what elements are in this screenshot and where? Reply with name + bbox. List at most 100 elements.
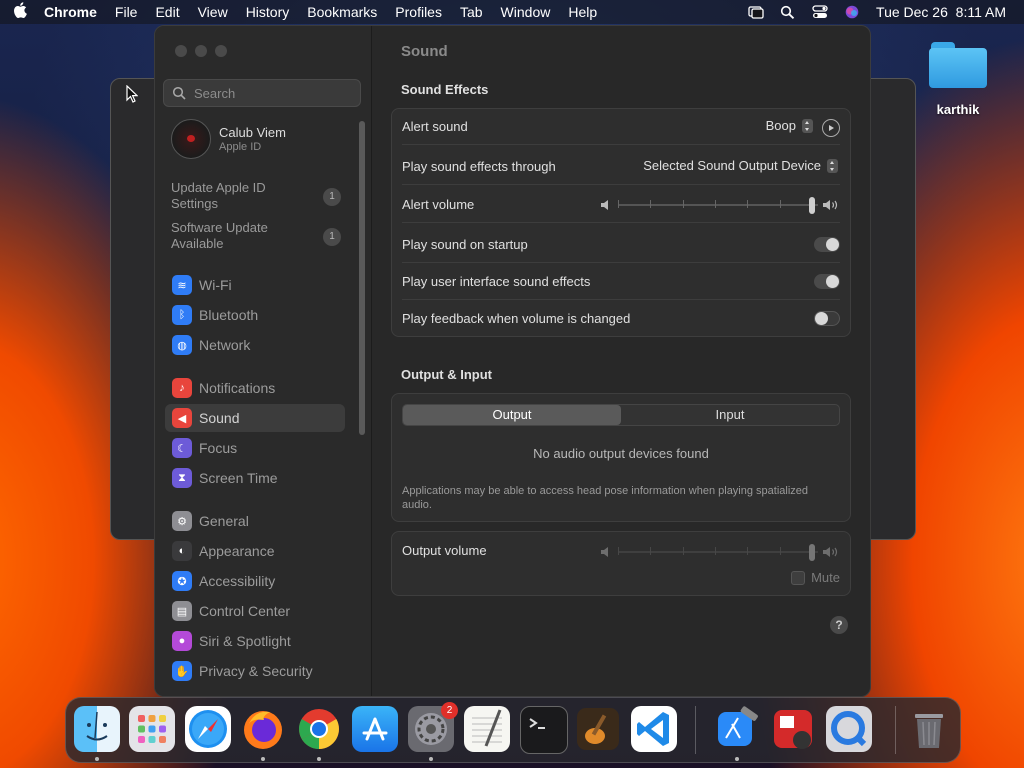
sidebar-item-label: Bluetooth <box>199 307 259 323</box>
play-alert-button[interactable] <box>822 119 840 137</box>
volume-high-icon <box>823 547 838 557</box>
system-settings-badge: 2 <box>441 702 458 719</box>
menu-file[interactable]: File <box>106 4 147 20</box>
sidebar-item-siri-spotlight[interactable]: ● Siri & Spotlight <box>165 627 345 655</box>
menu-bookmarks[interactable]: Bookmarks <box>298 4 386 20</box>
minimize-window-button[interactable] <box>195 45 207 57</box>
siri-icon[interactable] <box>844 5 860 19</box>
sidebar-item-bluetooth[interactable]: ᛒ Bluetooth <box>165 301 345 329</box>
ui-sound-effects-toggle[interactable] <box>814 274 840 289</box>
menu-tab[interactable]: Tab <box>451 4 492 20</box>
dock-trash-icon[interactable] <box>906 706 952 752</box>
sidebar-item-label: Appearance <box>199 543 275 559</box>
no-devices-message: No audio output devices found <box>533 446 709 461</box>
screen-mirroring-icon[interactable] <box>748 5 764 19</box>
spotlight-search-icon[interactable] <box>780 5 796 19</box>
zoom-window-button[interactable] <box>215 45 227 57</box>
update-apple-id-label: Update Apple ID Settings <box>171 180 266 211</box>
dock-garageband-icon[interactable] <box>575 706 621 752</box>
menu-view[interactable]: View <box>189 4 237 20</box>
sidebar-item-label: Privacy & Security <box>199 663 313 679</box>
menubar-clock[interactable]: Tue Dec 26 8:11 AM <box>876 4 1006 20</box>
menu-profiles[interactable]: Profiles <box>386 4 451 20</box>
mute-checkbox[interactable]: Mute <box>791 570 840 585</box>
close-window-button[interactable] <box>175 45 187 57</box>
dock-safari-icon[interactable] <box>185 706 231 752</box>
output-volume-label: Output volume <box>402 543 487 558</box>
sidebar-item-network[interactable]: ◍ Network <box>165 331 345 359</box>
menu-edit[interactable]: Edit <box>146 4 188 20</box>
mute-label: Mute <box>811 570 840 585</box>
menu-window[interactable]: Window <box>492 4 560 20</box>
sidebar-item-label: General <box>199 513 249 529</box>
window-controls <box>175 45 227 57</box>
dock-chrome-icon[interactable] <box>296 706 342 752</box>
alert-sound-popup[interactable]: Boop <box>766 118 813 133</box>
tab-output[interactable]: Output <box>403 405 621 425</box>
output-volume-group: Output volume Mute <box>391 531 851 596</box>
output-volume-row: Output volume <box>392 532 850 568</box>
sidebar-item-notifications[interactable]: ♪ Notifications <box>165 374 345 402</box>
globe-icon: ◍ <box>172 335 192 355</box>
sound-pane: Sound Sound Effects Alert sound Boop Pla… <box>372 26 870 696</box>
search-icon <box>172 86 186 100</box>
sidebar-item-label: Focus <box>199 440 238 456</box>
dock-quicktime-icon[interactable] <box>826 706 872 752</box>
mute-checkbox-box[interactable] <box>791 570 806 585</box>
startup-sound-row: Play sound on startup <box>392 227 850 263</box>
sound-effects-group: Alert sound Boop Play sound effects thro… <box>391 108 851 337</box>
sidebar-item-sound[interactable]: ◀ Sound <box>165 404 345 432</box>
dock-textedit-icon[interactable] <box>464 706 510 752</box>
sound-effects-heading: Sound Effects <box>401 82 489 97</box>
page-title: Sound <box>401 43 448 60</box>
tab-input[interactable]: Input <box>621 405 839 425</box>
output-input-group: Output Input No audio output devices fou… <box>391 393 851 522</box>
bluetooth-icon: ᛒ <box>172 305 192 325</box>
popup-stepper-icon <box>802 118 813 133</box>
desktop-folder-label: karthik <box>936 102 980 117</box>
sidebar-item-focus[interactable]: ☾ Focus <box>165 434 345 462</box>
dock-finder-icon[interactable] <box>74 706 120 752</box>
dock: 2 <box>65 697 961 763</box>
sidebar-item-wi-fi[interactable]: ≋ Wi-Fi <box>165 271 345 299</box>
dock-launchpad-icon[interactable] <box>129 706 175 752</box>
search-field[interactable] <box>163 79 361 107</box>
sidebar: Calub Viem Apple ID Update Apple ID Sett… <box>155 26 372 696</box>
sidebar-item-control-center[interactable]: ▤ Control Center <box>165 597 345 625</box>
volume-low-icon <box>601 200 608 210</box>
system-settings-window: Calub Viem Apple ID Update Apple ID Sett… <box>154 25 871 697</box>
menu-app-name[interactable]: Chrome <box>40 4 106 20</box>
update-apple-id-item[interactable]: Update Apple ID Settings 1 <box>171 180 351 212</box>
dock-photo-booth-icon[interactable] <box>770 706 816 752</box>
menu-help[interactable]: Help <box>559 4 606 20</box>
profile-subtitle: Apple ID <box>219 141 262 153</box>
dock-firefox-icon[interactable] <box>240 706 286 752</box>
apple-id-profile[interactable]: Calub Viem Apple ID <box>171 119 286 159</box>
software-update-item[interactable]: Software Update Available 1 <box>171 220 351 252</box>
volume-feedback-toggle[interactable] <box>814 311 840 326</box>
startup-sound-toggle[interactable] <box>814 237 840 252</box>
play-through-popup[interactable]: Selected Sound Output Device <box>643 158 838 173</box>
control-center-icon[interactable] <box>812 5 828 19</box>
search-input[interactable] <box>192 84 346 102</box>
software-update-badge: 1 <box>323 228 341 246</box>
output-volume-slider[interactable] <box>600 542 840 562</box>
sidebar-item-screen-time[interactable]: ⧗ Screen Time <box>165 464 345 492</box>
help-button[interactable]: ? <box>830 616 848 634</box>
dock-xcode-icon[interactable] <box>714 706 760 752</box>
sidebar-item-appearance[interactable]: ◐ Appearance <box>165 537 345 565</box>
apple-menu-icon[interactable] <box>0 2 40 22</box>
desktop-folder[interactable]: karthik <box>928 40 988 117</box>
sidebar-item-label: Notifications <box>199 380 276 396</box>
ui-sound-effects-row: Play user interface sound effects <box>392 264 850 300</box>
sidebar-item-accessibility[interactable]: ✪ Accessibility <box>165 567 345 595</box>
alert-volume-slider[interactable] <box>600 195 840 215</box>
sidebar-item-privacy-security[interactable]: ✋ Privacy & Security <box>165 657 345 685</box>
appearance-icon: ◐ <box>172 541 192 561</box>
menu-history[interactable]: History <box>237 4 299 20</box>
dock-terminal-icon[interactable] <box>520 706 568 754</box>
dock-app-store-icon[interactable] <box>352 706 398 752</box>
dock-vscode-icon[interactable] <box>631 706 677 752</box>
sidebar-item-general[interactable]: ⚙ General <box>165 507 345 535</box>
sidebar-scrollbar[interactable] <box>359 121 365 435</box>
